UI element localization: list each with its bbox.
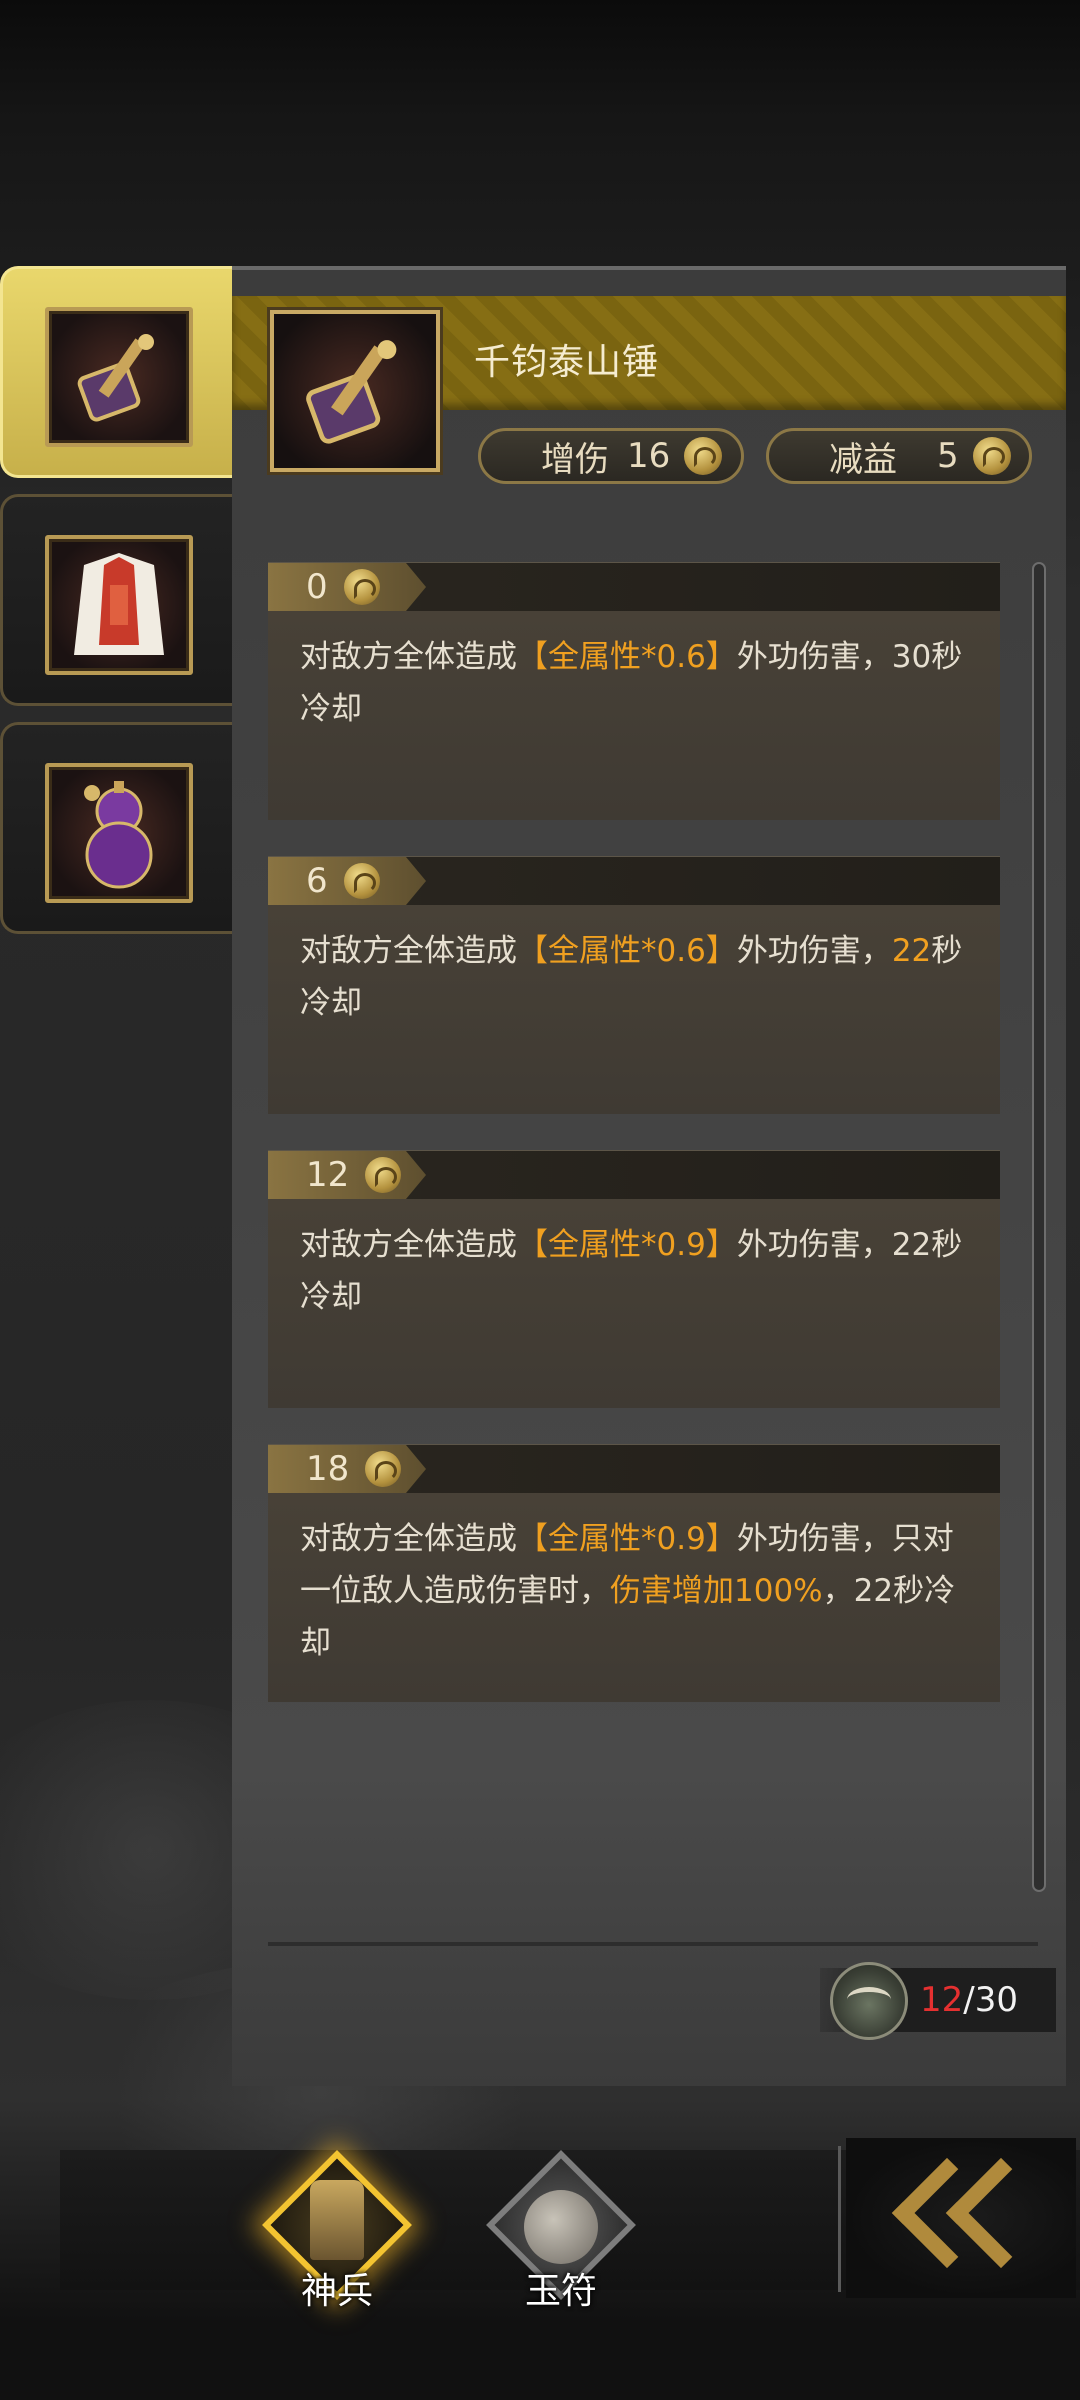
pavilion-badge-icon: [830, 1962, 908, 2040]
weapon-icon: [310, 2180, 364, 2260]
counter-current: 12: [920, 1980, 964, 2020]
collapse-back-button[interactable]: [846, 2138, 1076, 2298]
hammer-icon: [306, 340, 397, 444]
nav-jade-button[interactable]: 玉符: [486, 2150, 636, 2312]
nav-weapon-button[interactable]: 神兵: [262, 2150, 412, 2312]
stat-label: 减益: [829, 439, 897, 480]
tier-card: 12 对敌方全体造成【全属性*0.9】外功伤害，22秒冷却: [268, 1150, 1000, 1408]
tier-header: 12: [268, 1151, 1000, 1199]
currency-coin-icon: [343, 863, 380, 899]
robe-icon: [74, 553, 164, 655]
tier-level-tag: 12: [268, 1151, 426, 1199]
description-text: 外功伤害，: [736, 933, 892, 969]
gourd-frame: [45, 763, 193, 903]
description-text: 对敌方全体造成: [300, 933, 517, 969]
tab-item-gourd[interactable]: [0, 722, 232, 934]
tier-level-tag: 0: [268, 563, 426, 611]
description-text: 对敌方全体造成: [300, 1521, 517, 1557]
counter-max: 30: [974, 1980, 1018, 2020]
tier-header: 0: [268, 563, 1000, 611]
tier-description: 对敌方全体造成【全属性*0.6】外功伤害，22秒冷却: [300, 925, 980, 1029]
tier-description: 对敌方全体造成【全属性*0.6】外功伤害，30秒冷却: [300, 631, 980, 735]
tab-item-hammer[interactable]: [0, 266, 232, 478]
highlight-text: 【全属性*0.9】: [517, 1227, 737, 1263]
nav-weapon-label: 神兵: [300, 2271, 373, 2312]
tier-header: 18: [268, 1445, 1000, 1493]
scrollbar[interactable]: [1032, 562, 1046, 1892]
tier-card: 0 对敌方全体造成【全属性*0.6】外功伤害，30秒冷却: [268, 562, 1000, 820]
description-text: 对敌方全体造成: [300, 1227, 517, 1263]
item-name: 千钧泰山锤: [474, 342, 660, 383]
tier-description: 对敌方全体造成【全属性*0.9】外功伤害，22秒冷却: [300, 1219, 980, 1323]
currency-coin-icon: [972, 437, 1011, 475]
hammer-frame: [45, 307, 193, 447]
highlight-text: 22: [891, 933, 932, 969]
nav-separator: [838, 2146, 841, 2292]
currency-coin-icon: [343, 569, 380, 605]
highlight-text: 伤害增加100%: [610, 1573, 823, 1609]
stat-value: 16: [627, 436, 671, 476]
highlight-text: 【全属性*0.6】: [517, 639, 737, 675]
tier-level-tag: 18: [268, 1445, 426, 1493]
tier-card: 6 对敌方全体造成【全属性*0.6】外功伤害，22秒冷却: [268, 856, 1000, 1114]
highlight-text: 【全属性*0.6】: [517, 933, 737, 969]
gourd-icon: [84, 781, 153, 889]
currency-coin-icon: [365, 1157, 402, 1193]
tier-level: 18: [306, 1449, 350, 1489]
robe-frame: [45, 535, 193, 675]
tier-level: 6: [306, 861, 328, 901]
divider: [268, 1942, 1038, 1946]
detail-panel: 千钧泰山锤 增伤 16 减益 5 0 对敌方全体造成【全属性*0.6】外功伤害，3…: [232, 266, 1066, 2086]
jade-talisman-icon: [524, 2190, 598, 2264]
stat-damage-bonus: 增伤 16: [478, 428, 744, 484]
currency-coin-icon: [684, 437, 723, 475]
description-text: 对敌方全体造成: [300, 639, 517, 675]
game-screen: 千钧泰山锤 增伤 16 减益 5 0 对敌方全体造成【全属性*0.6】外功伤害，3…: [0, 0, 1080, 2400]
tier-level: 0: [306, 567, 328, 607]
tier-level-tag: 6: [268, 857, 426, 905]
item-portrait: [270, 310, 440, 472]
nav-jade-label: 玉符: [524, 2271, 597, 2312]
stat-value: 5: [937, 436, 959, 476]
tier-description: 对敌方全体造成【全属性*0.9】外功伤害，只对一位敌人造成伤害时，伤害增加100…: [300, 1513, 980, 1669]
tier-level: 12: [306, 1155, 350, 1195]
hammer-icon: [77, 334, 154, 422]
currency-coin-icon: [365, 1451, 402, 1487]
stat-label: 增伤: [541, 439, 609, 480]
stat-debuff: 减益 5: [766, 428, 1032, 484]
tab-item-robe[interactable]: [0, 494, 232, 706]
tier-header: 6: [268, 857, 1000, 905]
highlight-text: 【全属性*0.9】: [517, 1521, 737, 1557]
tier-card: 18 对敌方全体造成【全属性*0.9】外功伤害，只对一位敌人造成伤害时，伤害增加1…: [268, 1444, 1000, 1702]
counter-separator: /: [963, 1980, 975, 2020]
